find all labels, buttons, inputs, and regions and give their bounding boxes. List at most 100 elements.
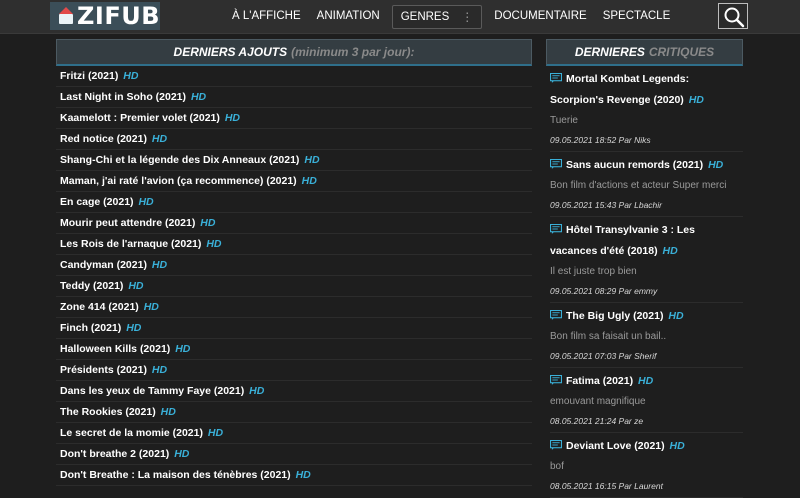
- search-button[interactable]: [718, 3, 748, 29]
- movie-title: Teddy (2021): [60, 280, 124, 292]
- comment-icon: [550, 73, 562, 83]
- hd-badge: HD: [151, 259, 168, 271]
- hd-badge: HD: [295, 469, 311, 481]
- top-navbar: ZIFUB À L'AFFICHE ANIMATION GENRES ⋮ DOC…: [0, 0, 800, 34]
- movie-title: Don't Breathe : La maison des ténèbres (…: [60, 469, 291, 481]
- house-logo-icon: [56, 6, 73, 26]
- latest-movie-link[interactable]: Présidents (2021) HD: [56, 360, 532, 381]
- latest-movie-link[interactable]: Don't breathe 2 (2021) HD: [56, 444, 532, 465]
- movie-title: Shang-Chi et la légende des Dix Anneaux …: [60, 154, 300, 166]
- latest-movie-link[interactable]: Mourir peut attendre (2021) HD: [56, 213, 532, 234]
- latest-movie-link[interactable]: Last Night in Soho (2021) HD: [56, 87, 532, 108]
- review-movie-title: Sans aucun remords (2021): [566, 159, 704, 171]
- review-text: bof: [550, 461, 564, 472]
- latest-movie-link[interactable]: Fritzi (2021) HD: [56, 66, 532, 87]
- review-text: Bon film d'actions et acteur Super merci: [550, 180, 727, 191]
- latest-movie-link[interactable]: Les Rois de l'arnaque (2021) HD: [56, 234, 532, 255]
- movie-title: Le secret de la momie (2021): [60, 427, 203, 439]
- hd-badge: HD: [160, 406, 176, 418]
- comment-icon: [550, 224, 562, 234]
- nav-documentaire[interactable]: DOCUMENTAIRE: [486, 0, 594, 33]
- hd-badge: HD: [688, 94, 704, 106]
- movie-title: En cage (2021): [60, 196, 134, 208]
- hd-badge: HD: [151, 133, 168, 145]
- latest-additions-panel: DERNIERS AJOUTS (minimum 3 par jour): Fr…: [56, 39, 532, 486]
- logo-text: ZIFUB: [76, 2, 160, 30]
- hd-badge: HD: [128, 280, 144, 292]
- latest-movie-link[interactable]: Halloween Kills (2021) HD: [56, 339, 532, 360]
- movie-title: Kaamelott : Premier volet (2021): [60, 112, 220, 124]
- comment-icon: [550, 375, 562, 385]
- hd-badge: HD: [708, 159, 724, 171]
- review-movie-link[interactable]: The Big Ugly (2021) HD: [550, 306, 743, 327]
- main-nav: À L'AFFICHE ANIMATION GENRES ⋮ DOCUMENTA…: [224, 0, 678, 33]
- latest-movie-link[interactable]: The Rookies (2021) HD: [56, 402, 532, 423]
- latest-additions-title: DERNIERS AJOUTS: [173, 45, 288, 59]
- review-item: The Big Ugly (2021) HD Bon film sa faisai…: [546, 306, 743, 368]
- review-meta: 08.05.2021 16:15 Par Laurent: [550, 477, 743, 498]
- latest-movie-link[interactable]: Dans les yeux de Tammy Faye (2021) HD: [56, 381, 532, 402]
- movie-title: Fritzi (2021): [60, 70, 119, 82]
- movie-title: Zone 414 (2021): [60, 301, 139, 313]
- latest-additions-list: Fritzi (2021) HD Last Night in Soho (2021…: [56, 66, 532, 486]
- movie-title: Les Rois de l'arnaque (2021): [60, 238, 202, 250]
- review-movie-link[interactable]: Fatima (2021) HD: [550, 371, 743, 392]
- latest-movie-link[interactable]: En cage (2021) HD: [56, 192, 532, 213]
- hd-badge: HD: [138, 196, 154, 208]
- hd-badge: HD: [301, 175, 317, 187]
- hd-badge: HD: [200, 217, 216, 229]
- review-meta: 09.05.2021 08:29 Par emmy: [550, 282, 743, 303]
- nav-animation[interactable]: ANIMATION: [309, 0, 388, 33]
- review-item: Hôtel Transylvanie 3 : Les vacances d'ét…: [546, 220, 743, 303]
- review-movie-link[interactable]: Deviant Love (2021) HD: [550, 436, 743, 457]
- hd-badge: HD: [143, 301, 159, 313]
- movie-title: Dans les yeux de Tammy Faye (2021): [60, 385, 245, 397]
- latest-movie-link[interactable]: Candyman (2021) HD: [56, 255, 532, 276]
- review-movie-link[interactable]: Hôtel Transylvanie 3 : Les vacances d'ét…: [550, 220, 743, 262]
- review-meta: 09.05.2021 07:03 Par Sherif: [550, 347, 743, 368]
- movie-title: Maman, j'ai raté l'avion (ça recommence)…: [60, 175, 297, 187]
- nav-genres-label: GENRES: [400, 10, 450, 23]
- review-text: emouvant magnifique: [550, 396, 646, 407]
- latest-movie-link[interactable]: Don't Breathe : La maison des ténèbres (…: [56, 465, 532, 486]
- hd-badge: HD: [151, 364, 168, 376]
- review-meta: 09.05.2021 18:52 Par Niks: [550, 131, 743, 152]
- hd-badge: HD: [668, 310, 684, 322]
- nav-a-l-affiche[interactable]: À L'AFFICHE: [224, 0, 309, 33]
- review-movie-title: Mortal Kombat Legends: Scorpion's Reveng…: [550, 73, 690, 106]
- hd-badge: HD: [304, 154, 320, 166]
- hd-badge: HD: [224, 112, 240, 124]
- movie-title: Présidents (2021): [60, 364, 147, 376]
- hd-badge: HD: [174, 448, 190, 460]
- latest-additions-header: DERNIERS AJOUTS (minimum 3 par jour):: [56, 39, 532, 66]
- site-logo[interactable]: ZIFUB: [50, 2, 160, 30]
- hd-badge: HD: [662, 245, 678, 257]
- hd-badge: HD: [126, 322, 142, 334]
- movie-title: Candyman (2021): [60, 259, 147, 271]
- review-text: Tuerie: [550, 115, 578, 126]
- hd-badge: HD: [190, 91, 207, 103]
- movie-title: Mourir peut attendre (2021): [60, 217, 196, 229]
- latest-movie-link[interactable]: Red notice (2021) HD: [56, 129, 532, 150]
- review-movie-link[interactable]: Sans aucun remords (2021) HD: [550, 155, 743, 176]
- latest-movie-link[interactable]: Kaamelott : Premier volet (2021) HD: [56, 108, 532, 129]
- hd-badge: HD: [206, 238, 222, 250]
- nav-spectacle[interactable]: SPECTACLE: [595, 0, 679, 33]
- latest-reviews-title: DERNIERES: [574, 45, 645, 59]
- latest-movie-link[interactable]: Maman, j'ai raté l'avion (ça recommence)…: [56, 171, 532, 192]
- latest-movie-link[interactable]: Teddy (2021) HD: [56, 276, 532, 297]
- hd-badge: HD: [638, 375, 654, 387]
- movie-title: Red notice (2021): [60, 133, 147, 145]
- latest-movie-link[interactable]: Finch (2021) HD: [56, 318, 532, 339]
- nav-genres-dropdown[interactable]: GENRES ⋮: [391, 4, 483, 29]
- movie-title: Last Night in Soho (2021): [60, 91, 187, 103]
- latest-movie-link[interactable]: Shang-Chi et la légende des Dix Anneaux …: [56, 150, 532, 171]
- movie-title: Don't breathe 2 (2021): [60, 448, 170, 460]
- latest-movie-link[interactable]: Zone 414 (2021) HD: [56, 297, 532, 318]
- movie-title: Halloween Kills (2021): [60, 343, 171, 355]
- review-movie-link[interactable]: Mortal Kombat Legends: Scorpion's Reveng…: [550, 69, 743, 111]
- movie-title: Finch (2021): [60, 322, 122, 334]
- review-text: Il est juste trop bien: [550, 266, 637, 277]
- more-vertical-icon: ⋮: [461, 9, 474, 24]
- latest-movie-link[interactable]: Le secret de la momie (2021) HD: [56, 423, 532, 444]
